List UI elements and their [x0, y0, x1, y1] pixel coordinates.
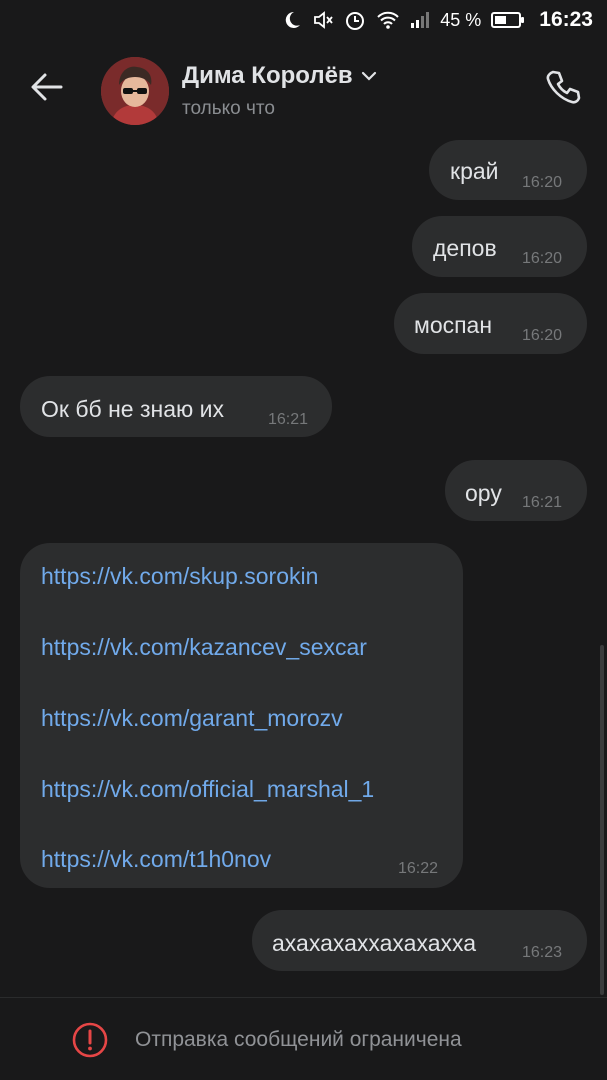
- avatar[interactable]: [101, 57, 169, 125]
- moon-icon: [282, 10, 302, 30]
- message-bubble-outgoing[interactable]: депов 16:20: [412, 216, 587, 277]
- clock: 16:23: [539, 8, 593, 31]
- chat-screen: 45 % 16:23 Дима Королёв только что край …: [0, 0, 607, 1080]
- message-time: 16:22: [398, 860, 439, 877]
- message-text: ахахахаххахахахха: [272, 930, 477, 956]
- contact-status: только что: [182, 98, 275, 119]
- restriction-text: Отправка сообщений ограничена: [135, 1028, 462, 1051]
- warning-icon: [72, 1022, 108, 1058]
- message-bubble-outgoing[interactable]: край 16:20: [429, 140, 587, 200]
- message-time: 16:21: [268, 411, 309, 428]
- call-button[interactable]: [543, 67, 583, 107]
- restriction-banner: Отправка сообщений ограничена: [0, 997, 607, 1080]
- chevron-down-icon: [361, 71, 376, 81]
- alarm-icon: [344, 9, 366, 31]
- message-text: моспан: [414, 312, 493, 338]
- message-text: ору: [465, 480, 502, 506]
- message-bubble-incoming[interactable]: https://vk.com/skup.sorokin https://vk.c…: [20, 543, 463, 888]
- message-link[interactable]: https://vk.com/kazancev_sexcar: [41, 634, 367, 661]
- contact-name-text: Дима Королёв: [182, 62, 353, 89]
- message-time: 16:21: [522, 494, 563, 511]
- message-text: депов: [433, 235, 497, 261]
- wifi-icon: [376, 10, 400, 30]
- message-text: край: [450, 158, 499, 184]
- message-link[interactable]: https://vk.com/t1h0nov: [41, 846, 271, 873]
- message-link[interactable]: https://vk.com/official_marshal_1: [41, 776, 374, 803]
- back-button[interactable]: [30, 70, 64, 104]
- status-bar: 45 % 16:23: [0, 0, 607, 40]
- message-time: 16:20: [522, 250, 563, 267]
- message-time: 16:23: [522, 944, 563, 961]
- message-time: 16:20: [522, 174, 563, 191]
- message-link[interactable]: https://vk.com/skup.sorokin: [41, 563, 318, 590]
- message-bubble-outgoing[interactable]: ахахахаххахахахха 16:23: [252, 910, 587, 971]
- message-link[interactable]: https://vk.com/garant_morozv: [41, 705, 343, 732]
- message-bubble-outgoing[interactable]: моспан 16:20: [394, 293, 587, 354]
- battery-percent: 45 %: [440, 9, 482, 30]
- chat-header: Дима Королёв только что: [0, 40, 607, 140]
- muted-icon: [312, 9, 334, 31]
- scrollbar[interactable]: [600, 645, 604, 995]
- contact-name[interactable]: Дима Королёв: [182, 62, 377, 90]
- message-time: 16:20: [522, 327, 563, 344]
- message-bubble-outgoing[interactable]: ору 16:21: [445, 460, 587, 521]
- signal-icon: [410, 11, 430, 29]
- message-bubble-incoming[interactable]: Ок бб не знаю их 16:21: [20, 376, 332, 437]
- arrow-left-icon: [31, 73, 63, 101]
- battery-icon: [491, 12, 525, 28]
- message-text: Ок бб не знаю их: [41, 396, 224, 422]
- phone-icon: [546, 70, 581, 104]
